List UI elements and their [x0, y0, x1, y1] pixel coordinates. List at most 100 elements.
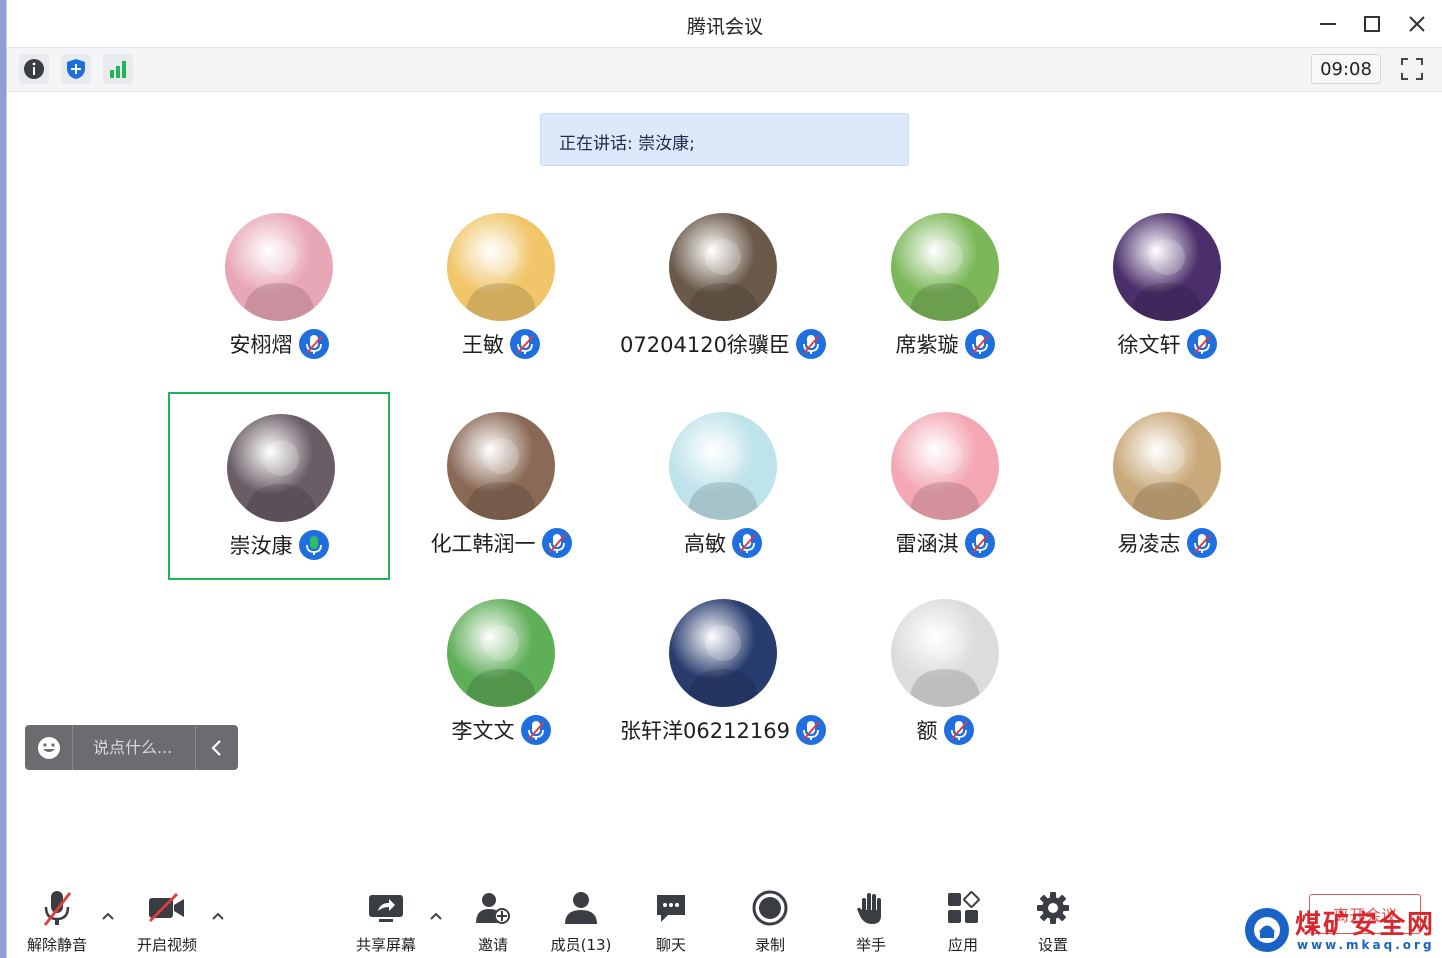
- minimize-button[interactable]: [1313, 10, 1343, 38]
- participant-name-row: 席紫璇: [834, 329, 1056, 359]
- participant-name: 额: [916, 719, 938, 743]
- participant-name-row: 额: [834, 715, 1056, 745]
- avatar: [669, 213, 777, 321]
- avatar: [447, 412, 555, 520]
- gear-icon: [1037, 892, 1069, 924]
- fullscreen-icon: [1401, 58, 1423, 80]
- signal-icon: [110, 61, 126, 78]
- participant-name: 徐文轩: [1117, 333, 1181, 357]
- settings-button[interactable]: 设置: [1008, 888, 1098, 955]
- mic-muted-icon: [43, 891, 72, 926]
- control-bar: 解除静音 开启视频 共享屏幕 邀请 成员(13) 聊天 录制 举手 应用 设置: [7, 878, 1442, 958]
- chevron-up-icon: [430, 912, 442, 920]
- add-user-icon: [476, 893, 510, 924]
- raise-hand-button[interactable]: 举手: [826, 888, 916, 955]
- window-title: 腾讯会议: [686, 16, 763, 38]
- participant-name-row: 张轩洋06212169: [612, 715, 834, 745]
- participant-name: 高敏: [684, 532, 726, 556]
- title-bar: 腾讯会议: [7, 0, 1442, 48]
- share-screen-button[interactable]: 共享屏幕: [341, 888, 431, 955]
- participant-tile[interactable]: 安栩熠: [168, 193, 390, 381]
- participant-name: 雷涵淇: [895, 532, 959, 556]
- participant-tile[interactable]: 李文文: [390, 579, 612, 767]
- participant-tile[interactable]: 王敏: [390, 193, 612, 381]
- participant-name: 崇汝康: [229, 534, 293, 558]
- invite-button[interactable]: 邀请: [448, 888, 538, 955]
- meeting-info-button[interactable]: [19, 54, 49, 84]
- raise-hand-label: 举手: [855, 936, 886, 954]
- unmute-button[interactable]: 解除静音: [12, 888, 102, 955]
- chat-button[interactable]: 聊天: [626, 888, 716, 955]
- smile-icon: [37, 736, 60, 759]
- participant-tile[interactable]: 07204120徐骥臣: [612, 193, 834, 381]
- active-speaker-banner: 正在讲话: 崇汝康;: [540, 113, 909, 166]
- meeting-timer: 09:08: [1311, 54, 1381, 84]
- avatar: [1113, 213, 1221, 321]
- watermark-logo-icon: [1245, 908, 1289, 952]
- mic-muted-icon: [943, 715, 974, 745]
- participant-name-row: 化工韩润一: [390, 528, 612, 558]
- participant-tile[interactable]: 席紫璇: [834, 193, 1056, 381]
- mic-muted-icon: [298, 329, 329, 359]
- participant-name: 张轩洋06212169: [620, 719, 790, 743]
- maximize-button[interactable]: [1357, 10, 1387, 38]
- participant-tile[interactable]: 崇汝康: [168, 392, 390, 580]
- watermark-url: www.mkaq.org: [1297, 938, 1435, 952]
- start-video-button[interactable]: 开启视频: [122, 888, 212, 955]
- avatar: [227, 414, 335, 522]
- avatar: [1113, 412, 1221, 520]
- apps-button[interactable]: 应用: [918, 888, 1008, 955]
- maximize-icon: [1364, 16, 1380, 32]
- avatar: [891, 412, 999, 520]
- participant-tile[interactable]: 化工韩润一: [390, 392, 612, 580]
- mic-active-icon: [298, 530, 329, 560]
- fullscreen-button[interactable]: [1397, 54, 1427, 84]
- avatar: [447, 213, 555, 321]
- minimize-icon: [1320, 23, 1336, 25]
- network-status-button[interactable]: [103, 54, 133, 84]
- chevron-up-icon: [102, 912, 114, 920]
- apps-icon: [948, 891, 980, 923]
- participant-tile[interactable]: 额: [834, 579, 1056, 767]
- participant-tile[interactable]: 易凌志: [1056, 392, 1278, 580]
- mic-muted-icon: [510, 329, 540, 359]
- audio-options-caret[interactable]: [100, 908, 116, 924]
- mic-muted-icon: [1186, 528, 1217, 558]
- share-options-caret[interactable]: [428, 908, 444, 924]
- site-watermark: 煤矿安全网 www.mkaq.org: [1245, 906, 1442, 958]
- chat-label: 聊天: [655, 936, 686, 954]
- mic-muted-icon: [520, 715, 551, 745]
- avatar: [225, 213, 333, 321]
- participant-name-row: 安栩熠: [168, 329, 390, 359]
- participant-tile[interactable]: 张轩洋06212169: [612, 579, 834, 767]
- quick-chat-bar[interactable]: 说点什么...: [25, 725, 238, 770]
- emoji-button[interactable]: [25, 725, 73, 770]
- participant-name-row: 雷涵淇: [834, 528, 1056, 558]
- avatar: [891, 213, 999, 321]
- participant-name: 安栩熠: [229, 333, 293, 357]
- start-video-label: 开启视频: [136, 936, 197, 954]
- members-icon: [565, 892, 597, 924]
- settings-label: 设置: [1037, 936, 1068, 954]
- chat-bubble-icon: [657, 895, 685, 922]
- record-button[interactable]: 录制: [725, 888, 815, 955]
- security-button[interactable]: [61, 54, 91, 84]
- members-button[interactable]: 成员(13): [536, 888, 626, 955]
- participant-tile[interactable]: 高敏: [612, 392, 834, 580]
- participant-tile[interactable]: 雷涵淇: [834, 392, 1056, 580]
- avatar: [669, 412, 777, 520]
- close-button[interactable]: [1402, 10, 1432, 38]
- avatar: [669, 599, 777, 707]
- participant-name-row: 徐文轩: [1056, 329, 1278, 359]
- mic-muted-icon: [964, 329, 995, 359]
- apps-label: 应用: [947, 936, 978, 954]
- video-options-caret[interactable]: [210, 908, 226, 924]
- participant-name-row: 易凌志: [1056, 528, 1278, 558]
- participant-tile[interactable]: 徐文轩: [1056, 193, 1278, 381]
- mic-muted-icon: [541, 528, 572, 558]
- record-label: 录制: [754, 936, 785, 954]
- chat-input[interactable]: 说点什么...: [73, 725, 196, 770]
- unmute-label: 解除静音: [26, 936, 87, 954]
- mic-muted-icon: [795, 329, 826, 359]
- collapse-chat-button[interactable]: [196, 739, 238, 757]
